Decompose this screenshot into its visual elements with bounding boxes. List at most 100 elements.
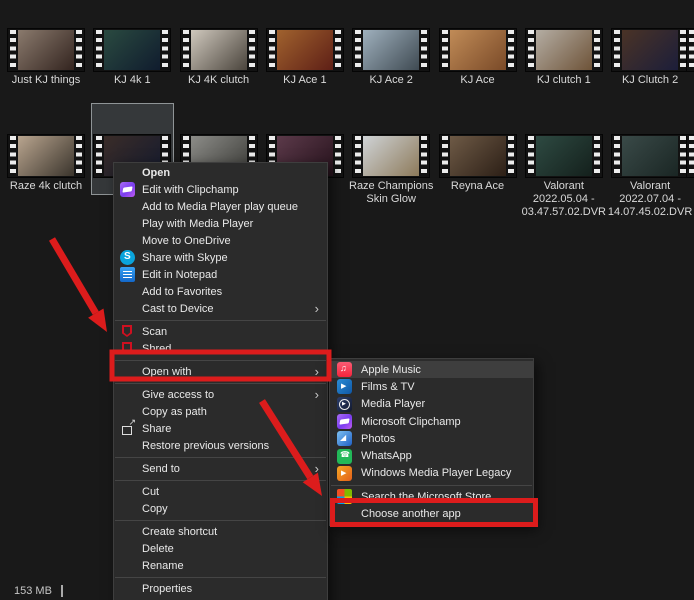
- filmstrip-sprockets-right: [508, 136, 514, 176]
- file-item-kj-ace[interactable]: KJ Ace: [435, 29, 521, 87]
- menu-separator: [115, 577, 326, 578]
- menu-item-media-player[interactable]: Media Player: [330, 396, 533, 413]
- menu-item-copy-as-path[interactable]: Copy as path: [114, 403, 327, 420]
- filmstrip-sprockets-left: [96, 30, 102, 70]
- menu-item-label: Restore previous versions: [142, 440, 319, 452]
- menu-item-apple-music[interactable]: Apple Music: [330, 361, 533, 378]
- file-item-raze-4k-clutch[interactable]: Raze 4k clutch: [3, 135, 89, 193]
- menu-item-shred[interactable]: Shred: [114, 340, 327, 357]
- file-item[interactable]: [682, 29, 694, 71]
- menu-item-films-tv[interactable]: Films & TV: [330, 378, 533, 395]
- video-filmstrip-thumbnail: [181, 29, 257, 71]
- menu-item-properties[interactable]: Properties: [114, 580, 327, 597]
- menu-item-rename[interactable]: Rename: [114, 557, 327, 574]
- video-filmstrip-thumbnail: [353, 135, 429, 177]
- menu-item-add-to-media-player-play-queue[interactable]: Add to Media Player play queue: [114, 198, 327, 215]
- filmstrip-sprockets-right: [249, 30, 255, 70]
- menu-item-edit-in-notepad[interactable]: Edit in Notepad: [114, 266, 327, 283]
- file-item-kj-clutch-2[interactable]: KJ Clutch 2: [607, 29, 693, 87]
- filmstrip-sprockets-right: [335, 30, 341, 70]
- chevron-right-icon: [315, 302, 319, 315]
- menu-item-restore-previous-versions[interactable]: Restore previous versions: [114, 437, 327, 454]
- file-item-reyna-ace[interactable]: Reyna Ace: [435, 135, 521, 193]
- filmstrip-sprockets-left: [355, 30, 361, 70]
- menu-item-share-with-skype[interactable]: Share with Skype: [114, 249, 327, 266]
- menu-item-icon-placeholder: [337, 507, 352, 522]
- menu-item-icon-placeholder: [120, 216, 135, 231]
- menu-item-choose-another-app[interactable]: Choose another app: [330, 505, 533, 522]
- menu-item-cast-to-device[interactable]: Cast to Device: [114, 300, 327, 317]
- menu-item-photos[interactable]: Photos: [330, 430, 533, 447]
- menu-item-label: Share with Skype: [142, 252, 319, 264]
- file-item-just-kj-things[interactable]: Just KJ things: [3, 29, 89, 87]
- chevron-right-icon: [315, 388, 319, 401]
- menu-item-windows-media-player-legacy[interactable]: Windows Media Player Legacy: [330, 465, 533, 482]
- menu-item-send-to[interactable]: Send to: [114, 460, 327, 477]
- menu-item-icon-placeholder: [120, 501, 135, 516]
- filmstrip-sprockets-right: [76, 30, 82, 70]
- file-item-kj-4k-1[interactable]: KJ 4k 1: [89, 29, 175, 87]
- thumbnail-image: [450, 136, 506, 176]
- share-icon: [120, 421, 135, 436]
- apple-music-icon: [337, 362, 352, 377]
- thumbnail-image: [622, 136, 678, 176]
- status-divider: [61, 585, 63, 597]
- video-filmstrip-thumbnail: [8, 135, 84, 177]
- menu-item-edit-with-clipchamp[interactable]: Edit with Clipchamp: [114, 181, 327, 198]
- menu-item-label: Open: [142, 167, 319, 179]
- context-menu: Open Edit with Clipchamp Add to Media Play…: [113, 162, 328, 600]
- file-label: KJ Ace 1: [257, 74, 353, 87]
- mcafee-icon: [120, 324, 135, 339]
- menu-item-give-access-to[interactable]: Give access to: [114, 386, 327, 403]
- video-filmstrip-thumbnail: [94, 29, 170, 71]
- menu-item-open[interactable]: Open: [114, 164, 327, 181]
- file-item-kj-ace-2[interactable]: KJ Ace 2: [348, 29, 434, 87]
- file-item-kj-clutch-1[interactable]: KJ clutch 1: [521, 29, 607, 87]
- filmstrip-sprockets-left: [528, 30, 534, 70]
- chevron-right-icon: [315, 462, 319, 475]
- menu-item-label: Edit with Clipchamp: [142, 184, 319, 196]
- menu-item-label: Edit in Notepad: [142, 269, 319, 281]
- video-filmstrip-thumbnail: [687, 135, 694, 177]
- menu-item-label: Create shortcut: [142, 526, 319, 538]
- menu-item-add-to-favorites[interactable]: Add to Favorites: [114, 283, 327, 300]
- menu-item-play-with-media-player[interactable]: Play with Media Player: [114, 215, 327, 232]
- menu-item-copy[interactable]: Copy: [114, 500, 327, 517]
- menu-item-label: Share: [142, 423, 319, 435]
- menu-item-label: Search the Microsoft Store: [361, 491, 525, 503]
- menu-item-cut[interactable]: Cut: [114, 483, 327, 500]
- menu-item-create-shortcut[interactable]: Create shortcut: [114, 523, 327, 540]
- menu-separator: [115, 383, 326, 384]
- menu-item-label: Cut: [142, 486, 319, 498]
- menu-item-label: Apple Music: [361, 364, 525, 376]
- menu-item-scan[interactable]: Scan: [114, 323, 327, 340]
- thumbnail-image: [536, 30, 592, 70]
- menu-item-whatsapp[interactable]: WhatsApp: [330, 447, 533, 464]
- filmstrip-sprockets-left: [96, 136, 102, 176]
- file-label: KJ Clutch 2: [602, 74, 694, 87]
- filmstrip-sprockets-left: [614, 136, 620, 176]
- file-item-raze-champions-skin-glow[interactable]: Raze Champions Skin Glow: [348, 135, 434, 206]
- wmp-legacy-icon: [337, 466, 352, 481]
- menu-item-delete[interactable]: Delete: [114, 540, 327, 557]
- filmstrip-sprockets-left: [442, 30, 448, 70]
- menu-item-share[interactable]: Share: [114, 420, 327, 437]
- video-filmstrip-thumbnail: [526, 29, 602, 71]
- file-item[interactable]: [682, 135, 694, 177]
- thumbnail-image: [18, 136, 74, 176]
- menu-item-icon-placeholder: [120, 199, 135, 214]
- menu-item-move-to-onedrive[interactable]: Move to OneDrive: [114, 232, 327, 249]
- file-item-kj-ace-1[interactable]: KJ Ace 1: [262, 29, 348, 87]
- open-with-submenu: Apple Music Films & TVMedia Player Microso…: [329, 358, 534, 526]
- menu-item-label: Microsoft Clipchamp: [361, 416, 525, 428]
- menu-item-label: Photos: [361, 433, 525, 445]
- video-filmstrip-thumbnail: [612, 135, 688, 177]
- thumbnail-image: [622, 30, 678, 70]
- file-item-kj-4k-clutch[interactable]: KJ 4K clutch: [176, 29, 262, 87]
- menu-item-search-the-microsoft-store[interactable]: Search the Microsoft Store: [330, 488, 533, 505]
- filmstrip-sprockets-right: [421, 30, 427, 70]
- menu-item-microsoft-clipchamp[interactable]: Microsoft Clipchamp: [330, 413, 533, 430]
- file-item-valorant-2022-05-04-03-47-57-02-dvr[interactable]: Valorant 2022.05.04 - 03.47.57.02.DVR: [521, 135, 607, 219]
- menu-item-open-with[interactable]: Open with: [114, 363, 327, 380]
- file-item-valorant-2022-07-04-14-07-45-02-dvr[interactable]: Valorant 2022.07.04 - 14.07.45.02.DVR: [607, 135, 693, 219]
